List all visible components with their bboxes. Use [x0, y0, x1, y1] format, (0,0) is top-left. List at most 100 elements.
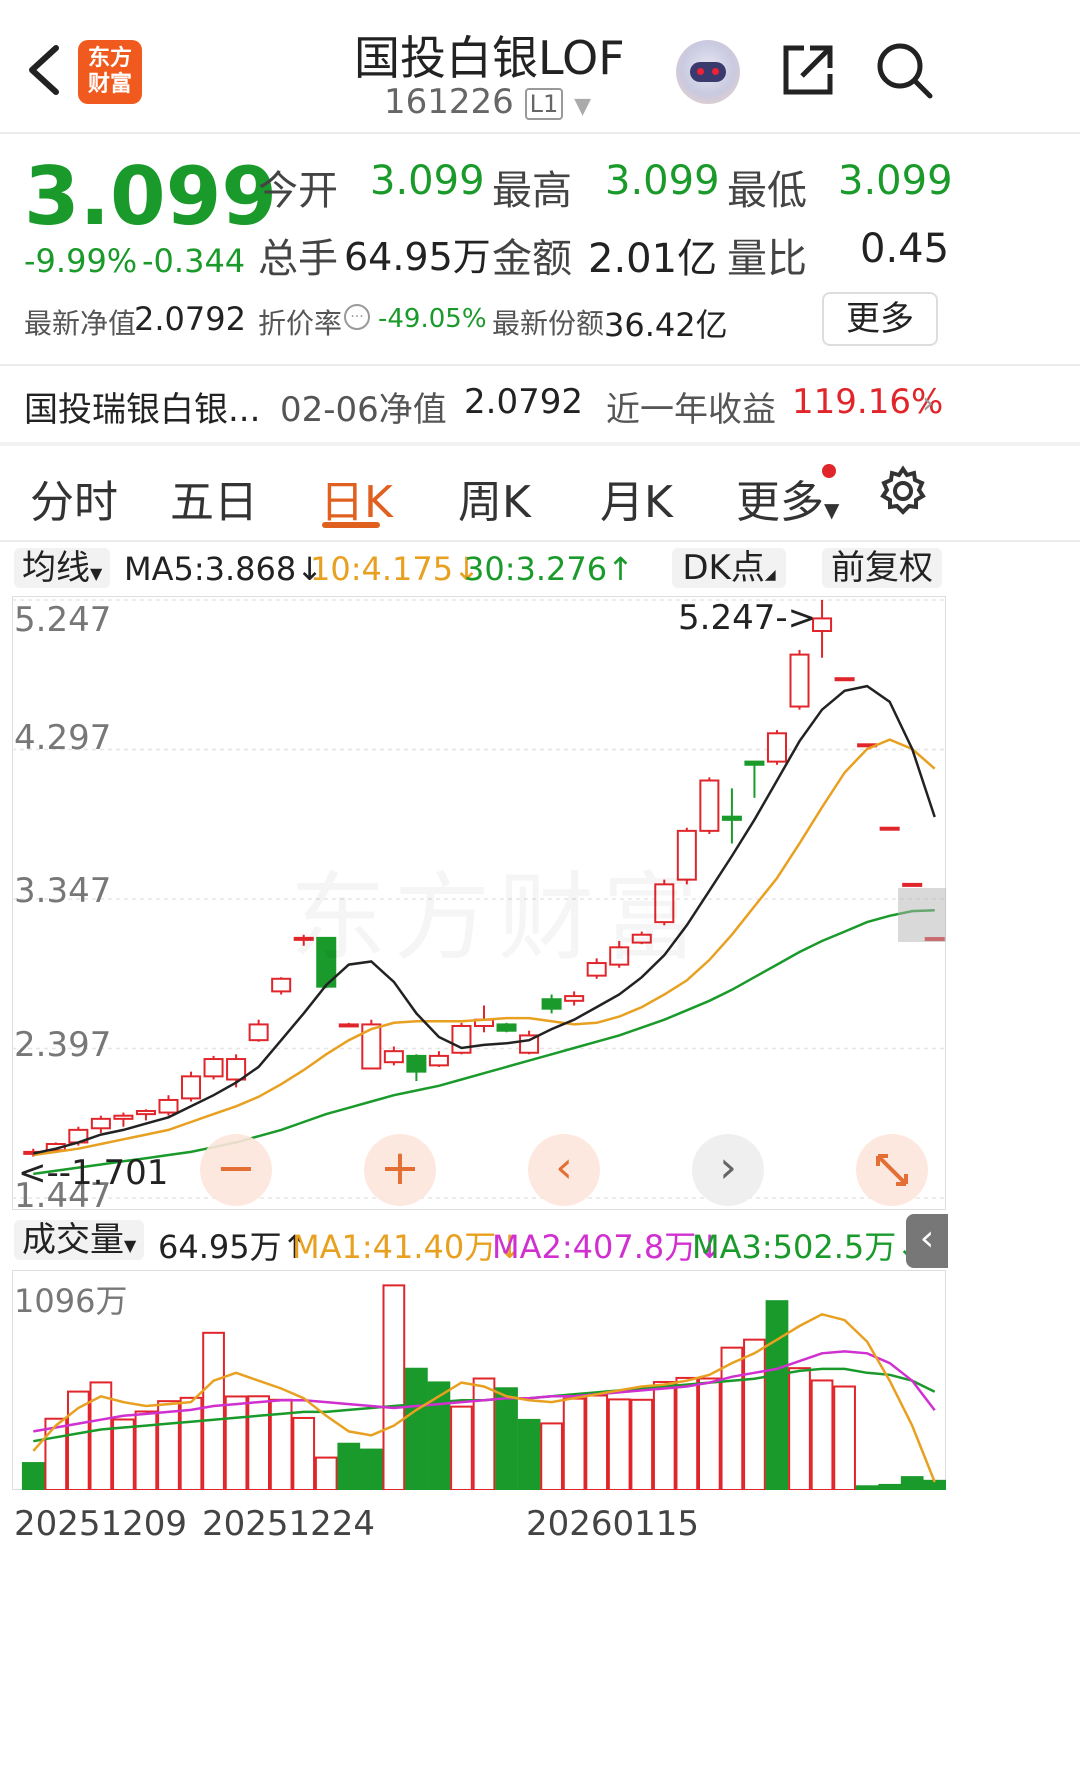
change-percent: -9.99%: [24, 242, 138, 280]
volume-ratio-value: 0.45: [860, 226, 950, 272]
related-fund-row[interactable]: 国投瑞银白银... 02-06净值 2.0792 近一年收益 119.16% ›: [0, 366, 1080, 442]
ma30-value: 30:3.276↑: [464, 550, 634, 588]
pan-right-button[interactable]: ›: [692, 1134, 764, 1206]
volume-bar: [112, 1418, 135, 1490]
candle: [564, 991, 585, 1006]
high-annotation: 5.247->: [678, 598, 817, 638]
info-icon[interactable]: ···: [344, 304, 370, 330]
candle: [203, 1055, 224, 1080]
tab-monthly-k[interactable]: 月K: [600, 466, 673, 530]
dk-point-selector[interactable]: DK点◢: [672, 548, 786, 588]
volume-bar: [157, 1400, 180, 1490]
volume-bar: [224, 1395, 248, 1490]
related-nav-label: 02-06净值: [280, 390, 447, 430]
candle-body: [541, 998, 562, 1010]
candle-body: [90, 1117, 111, 1130]
volume-axis-label: 1096万: [14, 1282, 128, 1320]
volume-bar: [405, 1367, 428, 1490]
tab-five-day[interactable]: 五日: [170, 466, 258, 530]
fund-code[interactable]: 161226 L1 ▼: [384, 82, 591, 122]
app-logo: 东方 财富: [78, 40, 142, 104]
volume-bar: [562, 1397, 586, 1490]
volume-chart[interactable]: [12, 1270, 946, 1490]
volume-bar: [472, 1377, 496, 1490]
price-axis-label: 4.297: [14, 718, 112, 758]
pan-left-button[interactable]: ‹: [528, 1134, 600, 1206]
volume-bar: [314, 1456, 338, 1490]
yearly-return-value: 119.16%: [792, 382, 944, 422]
ma-selector[interactable]: 均线▼: [14, 548, 111, 588]
volume-bar: [652, 1381, 676, 1490]
volume-bar: [66, 1390, 90, 1490]
candle: [271, 977, 292, 995]
volume-bar: [585, 1394, 609, 1490]
volume-bar: [450, 1405, 473, 1490]
candle-body: [766, 732, 787, 763]
high-value: 3.099: [605, 158, 720, 204]
volume-bar: [427, 1381, 451, 1490]
volume-bar: [540, 1422, 563, 1490]
volume-indicator-selector[interactable]: 成交量▼: [14, 1220, 145, 1260]
candle: [90, 1115, 111, 1134]
volume-bar: [21, 1462, 45, 1490]
candle: [135, 1109, 156, 1121]
volume-bar: [247, 1395, 271, 1490]
back-arrow-icon: [29, 45, 59, 95]
forward-adjust-button[interactable]: 前复权: [822, 548, 942, 588]
candle: [496, 1022, 517, 1033]
back-button[interactable]: [22, 42, 66, 98]
volume-bar: [810, 1379, 834, 1490]
volume-bar: [337, 1442, 361, 1490]
discount-label: 折价率: [258, 307, 343, 340]
tab-weekly-k[interactable]: 周K: [458, 466, 531, 530]
tab-daily-k[interactable]: 日K: [320, 466, 393, 530]
volume-ma2: MA2:407.8万↓: [492, 1228, 724, 1266]
candle-body: [879, 826, 900, 831]
candle: [541, 994, 562, 1014]
volume-bar: [765, 1300, 789, 1490]
volume-bar: [495, 1387, 518, 1490]
candle-body: [902, 882, 923, 887]
robot-avatar-icon[interactable]: [676, 40, 740, 104]
shares-value: 36.42亿: [604, 306, 728, 344]
candle-body: [428, 1054, 449, 1067]
shares-label: 最新份额: [492, 307, 605, 340]
candle-body: [406, 1054, 427, 1073]
candle-body: [564, 995, 585, 1002]
settings-gear-icon[interactable]: [876, 464, 930, 518]
search-icon[interactable]: [874, 40, 934, 100]
discount-value: -49.05%: [378, 304, 487, 334]
candle: [519, 1030, 540, 1055]
volume-bar: [675, 1376, 699, 1490]
collapse-panel-button[interactable]: ‹: [906, 1214, 948, 1268]
more-button[interactable]: 更多: [822, 292, 938, 346]
volume-bar: [607, 1398, 631, 1490]
candle: [113, 1112, 134, 1127]
volume-bar: [900, 1476, 924, 1490]
candle: [451, 1022, 472, 1055]
amount-value: 2.01亿: [588, 236, 718, 282]
share-icon[interactable]: [780, 42, 836, 98]
chevron-down-icon: ▼: [574, 94, 591, 119]
candle: [721, 788, 742, 844]
volume-ma3: MA3:502.5万↓: [692, 1228, 923, 1266]
candle: [406, 1054, 427, 1082]
zoom-out-button[interactable]: −: [200, 1134, 272, 1206]
date-axis-label: 20251209: [14, 1504, 188, 1544]
nav-value: 2.0792: [134, 300, 246, 338]
low-value: 3.099: [838, 158, 953, 204]
open-label: 今开: [258, 168, 338, 214]
volume-ma1: MA1:41.40万↓: [292, 1228, 524, 1266]
candle: [248, 1019, 269, 1042]
date-axis-label: 20251224: [202, 1504, 376, 1544]
candle: [834, 677, 855, 682]
zoom-in-button[interactable]: +: [364, 1134, 436, 1206]
candle: [766, 730, 787, 765]
high-label: 最高: [492, 168, 572, 214]
candle-body: [271, 977, 292, 993]
candle: [428, 1051, 449, 1067]
tab-intraday[interactable]: 分时: [30, 466, 118, 530]
fullscreen-expand-icon[interactable]: [856, 1134, 928, 1206]
volume-current: 64.95万↑: [158, 1228, 309, 1266]
date-axis-label: 20260115: [526, 1504, 700, 1544]
